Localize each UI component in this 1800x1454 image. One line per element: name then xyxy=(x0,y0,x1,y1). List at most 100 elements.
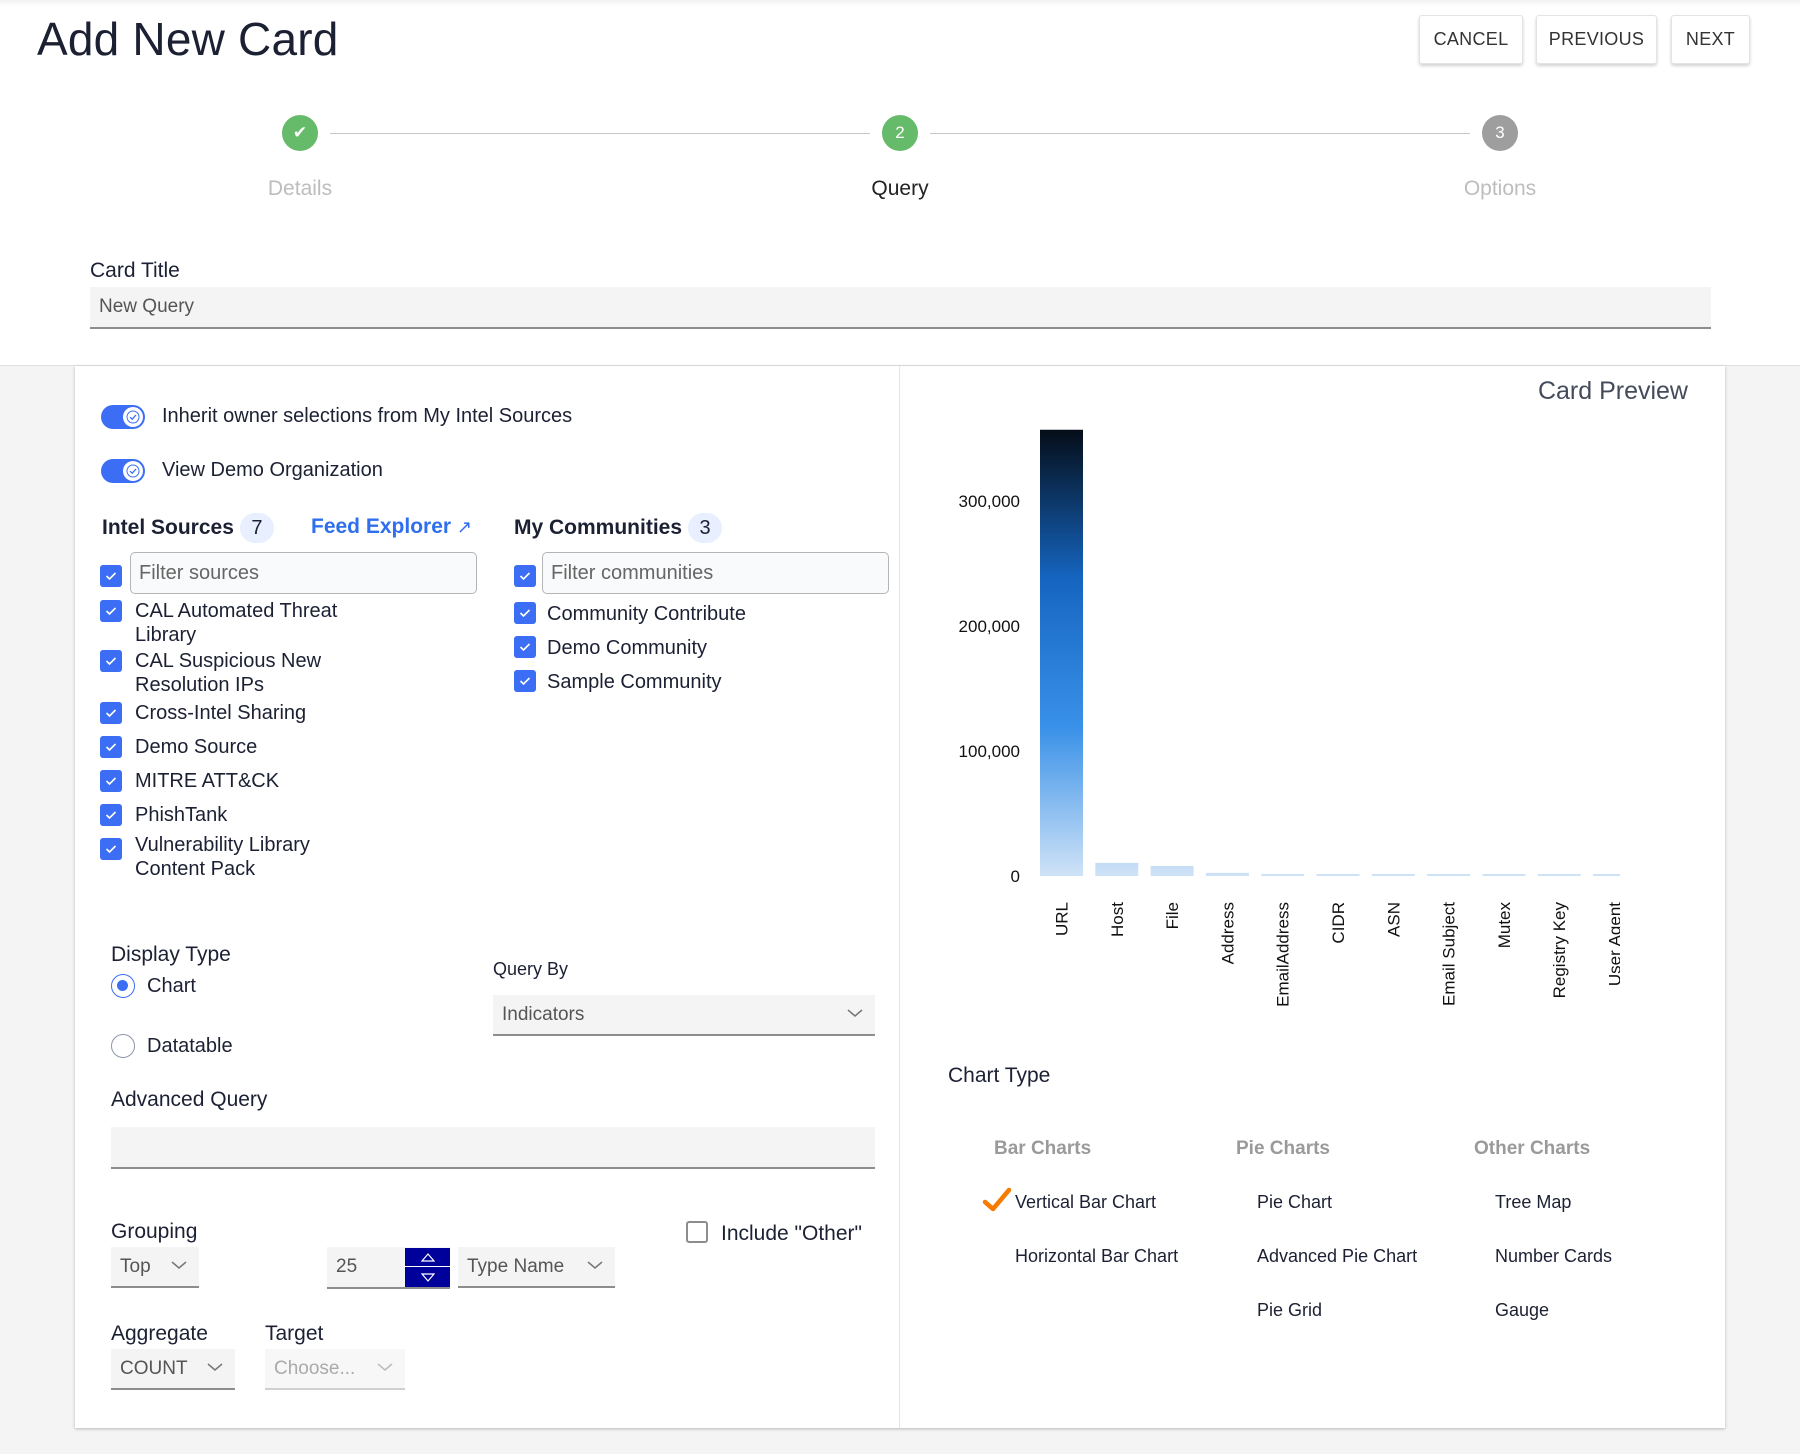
chart-group-heading: Bar Charts xyxy=(994,1138,1092,1159)
panel-divider xyxy=(899,366,900,1428)
target-select[interactable]: Choose... xyxy=(265,1349,405,1390)
bar-chart: 0 100,000 200,000 300,000 URL Host File Addres… xyxy=(959,429,1621,1007)
check-icon xyxy=(123,407,143,427)
bar-mutex[interactable] xyxy=(1482,874,1526,876)
card-title-label: Card Title xyxy=(90,259,180,282)
bar-cidr[interactable] xyxy=(1316,874,1360,876)
grouping-field-select[interactable]: Type Name xyxy=(458,1247,615,1288)
communities-title: My Communities xyxy=(514,516,683,539)
select-all-communities-checkbox[interactable] xyxy=(514,565,536,587)
intel-sources-heading: Intel Sources 7 xyxy=(102,513,274,543)
view-demo-org-toggle[interactable] xyxy=(101,459,145,483)
previous-button[interactable]: PREVIOUS xyxy=(1536,15,1657,64)
chart-type-option[interactable]: Vertical Bar Chart xyxy=(1015,1192,1156,1213)
step-1-label[interactable]: Details xyxy=(200,177,400,201)
include-other-label: Include "Other" xyxy=(721,1222,862,1245)
chevron-down-icon xyxy=(207,1363,223,1371)
chart-type-option[interactable]: Pie Chart xyxy=(1257,1192,1332,1213)
chevron-down-icon xyxy=(847,1009,863,1017)
bar-asn[interactable] xyxy=(1371,874,1415,876)
x-axis: URL Host File Address EmailAddress CIDR ASN Ema… xyxy=(1053,902,1621,1007)
grouping-mode-select[interactable]: Top xyxy=(111,1247,199,1288)
display-type-label: Display Type xyxy=(111,943,231,966)
decrement-arrow-icon[interactable] xyxy=(405,1268,450,1287)
inherit-owner-toggle[interactable] xyxy=(101,405,145,429)
bar-host[interactable] xyxy=(1095,862,1139,876)
external-link-arrow-icon: ↗ xyxy=(456,517,472,537)
step-connector xyxy=(330,133,870,134)
chart-group-heading: Pie Charts xyxy=(1236,1138,1330,1159)
intel-source-checkbox[interactable] xyxy=(100,736,122,758)
intel-source-checkbox[interactable] xyxy=(100,650,122,672)
next-button[interactable]: NEXT xyxy=(1671,15,1750,64)
card-title-input[interactable] xyxy=(90,287,1711,329)
check-icon xyxy=(105,811,117,820)
grouping-mode-value: Top xyxy=(120,1255,151,1277)
intel-sources-count-badge: 7 xyxy=(239,513,274,543)
inherit-owner-label: Inherit owner selections from My Intel S… xyxy=(162,405,573,427)
filter-communities-input[interactable] xyxy=(542,552,889,594)
display-type-datatable-label: Datatable xyxy=(147,1035,233,1057)
grouping-count-stepper[interactable] xyxy=(405,1248,450,1287)
aggregate-select[interactable]: COUNT xyxy=(111,1349,235,1390)
intel-source-checkbox[interactable] xyxy=(100,838,122,860)
bar-file[interactable] xyxy=(1150,866,1194,876)
include-other-checkbox[interactable] xyxy=(686,1221,708,1243)
bar-url[interactable] xyxy=(1040,429,1083,876)
bar-address[interactable] xyxy=(1205,872,1249,876)
communities-count-badge: 3 xyxy=(688,513,723,543)
x-tick-label: User Agent xyxy=(1606,902,1621,986)
increment-arrow-icon[interactable] xyxy=(405,1248,450,1267)
community-checkbox[interactable] xyxy=(514,636,536,658)
chevron-down-icon xyxy=(171,1261,187,1269)
page-title: Add New Card xyxy=(37,13,339,65)
query-by-value: Indicators xyxy=(502,1003,585,1025)
top-shadow xyxy=(0,0,1800,6)
intel-source-label: CAL Suspicious New Resolution IPs xyxy=(135,650,322,696)
select-all-sources-checkbox[interactable] xyxy=(100,565,122,587)
feed-explorer-link[interactable]: Feed Explorer ↗ xyxy=(311,515,472,539)
query-by-select[interactable]: Indicators xyxy=(493,995,875,1036)
bar-emailaddress[interactable] xyxy=(1261,874,1305,876)
grouping-label: Grouping xyxy=(111,1220,198,1243)
step-2-label: Query xyxy=(871,177,929,200)
community-label: Sample Community xyxy=(547,671,722,693)
bar-user-agent[interactable] xyxy=(1593,874,1620,876)
y-tick-label: 100,000 xyxy=(959,742,1020,761)
intel-source-label: Demo Source xyxy=(135,736,258,758)
filter-sources-input[interactable] xyxy=(130,552,477,594)
chart-type-option[interactable]: Pie Grid xyxy=(1257,1300,1322,1321)
cancel-button[interactable]: CANCEL xyxy=(1419,15,1523,64)
intel-source-checkbox[interactable] xyxy=(100,804,122,826)
communities-heading: My Communities 3 xyxy=(514,513,723,543)
intel-source-checkbox[interactable] xyxy=(100,600,122,622)
step-3-indicator: 3 xyxy=(1482,115,1518,151)
x-tick-label: ASN xyxy=(1384,902,1403,937)
aggregate-value: COUNT xyxy=(120,1357,188,1379)
display-type-datatable-radio[interactable] xyxy=(111,1034,135,1058)
intel-source-checkbox[interactable] xyxy=(100,770,122,792)
chart-type-option[interactable]: Advanced Pie Chart xyxy=(1257,1246,1417,1267)
chart-type-option[interactable]: Gauge xyxy=(1495,1300,1549,1321)
bar-registry-key[interactable] xyxy=(1537,874,1581,876)
intel-source-label: PhishTank xyxy=(135,804,228,826)
chevron-down-icon xyxy=(377,1363,393,1371)
wizard-stepper: ✔ Details 2 Query 3 Options xyxy=(0,113,1800,213)
bar-email-subject[interactable] xyxy=(1427,874,1471,876)
community-checkbox[interactable] xyxy=(514,670,536,692)
y-tick-label: 0 xyxy=(1011,867,1020,886)
x-tick-label: EmailAddress xyxy=(1274,902,1293,1007)
chart-type-option[interactable]: Tree Map xyxy=(1495,1192,1571,1213)
intel-source-label: Cross-Intel Sharing xyxy=(135,702,307,724)
chart-type-option[interactable]: Horizontal Bar Chart xyxy=(1015,1246,1178,1267)
advanced-query-input[interactable] xyxy=(111,1127,875,1169)
step-1-complete-check-icon[interactable]: ✔ xyxy=(282,115,318,151)
chart-type-option[interactable]: Number Cards xyxy=(1495,1246,1612,1267)
display-type-chart-radio[interactable] xyxy=(111,974,135,998)
x-tick-label: Mutex xyxy=(1495,902,1514,949)
community-label: Demo Community xyxy=(547,637,708,659)
community-checkbox[interactable] xyxy=(514,602,536,624)
check-icon xyxy=(105,709,117,718)
x-tick-label: Registry Key xyxy=(1550,902,1569,999)
intel-source-checkbox[interactable] xyxy=(100,702,122,724)
